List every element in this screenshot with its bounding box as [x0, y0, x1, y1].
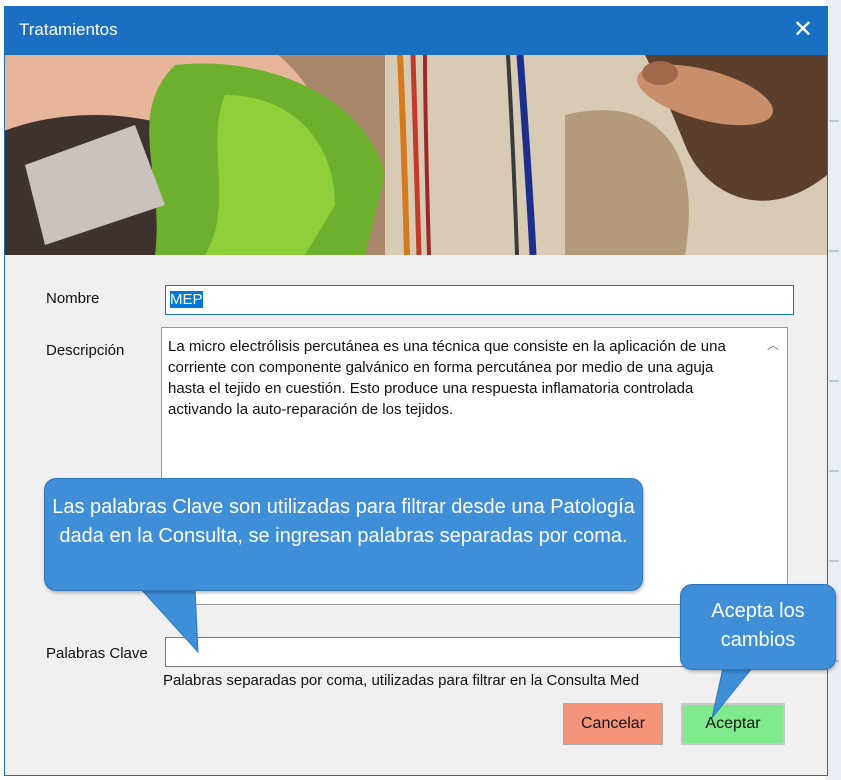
- nombre-value: MEP: [170, 291, 203, 308]
- nombre-input[interactable]: MEP: [165, 285, 794, 315]
- accept-button[interactable]: Aceptar: [681, 703, 785, 745]
- keywords-callout: Las palabras Clave son utilizadas para f…: [44, 478, 643, 591]
- window-title: Tratamientos: [19, 20, 118, 39]
- accept-callout: Acepta los cambios: [680, 584, 836, 670]
- header-image: [5, 55, 827, 255]
- scroll-up-icon[interactable]: ︿: [767, 336, 779, 353]
- cancel-button[interactable]: Cancelar: [563, 703, 663, 745]
- palabras-clave-hint: Palabras separadas por coma, utilizadas …: [163, 672, 640, 689]
- title-bar: Tratamientos ✕: [5, 7, 827, 55]
- descripcion-value: La micro electrólisis percutánea es una …: [168, 338, 726, 418]
- palabras-clave-label: Palabras Clave: [46, 645, 148, 662]
- descripcion-label: Descripción: [46, 342, 125, 359]
- close-icon[interactable]: ✕: [793, 15, 813, 44]
- nombre-label: Nombre: [46, 290, 100, 307]
